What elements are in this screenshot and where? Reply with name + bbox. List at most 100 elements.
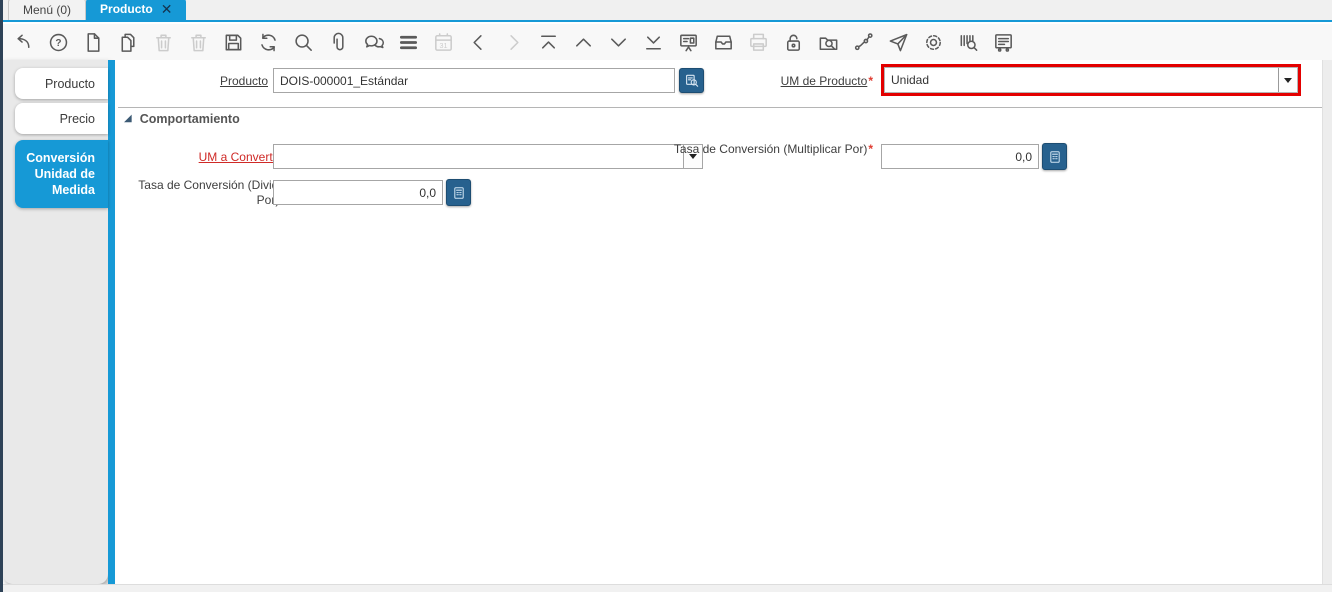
product-info-icon: [960, 34, 978, 51]
toolbar-delete-record-button: [151, 28, 176, 56]
producto-label: Producto: [118, 74, 268, 89]
sidebar-tab-conversion-unidad-de-medida[interactable]: Conversión Unidad de Medida: [15, 140, 108, 208]
sidebar-tab-label: Precio: [59, 111, 95, 126]
toolbar-product-info-button[interactable]: [956, 28, 981, 56]
print-icon: [750, 33, 767, 51]
archive-icon: [715, 35, 732, 49]
toolbar-save-button[interactable]: [221, 28, 246, 56]
toolbar-grid-toggle-button[interactable]: [396, 28, 421, 56]
tab-producto[interactable]: Producto ✕: [86, 0, 187, 20]
section-comportamiento[interactable]: ◢ Comportamiento: [124, 112, 240, 126]
toolbar-lock-button[interactable]: [781, 28, 806, 56]
um-de-producto-combobox[interactable]: [884, 67, 1298, 93]
previous-record-icon: [473, 34, 482, 50]
toolbar-undo-button[interactable]: [11, 28, 36, 56]
delete-selection-icon: [191, 34, 206, 51]
svg-text:?: ?: [55, 37, 61, 48]
sidebar-panel: [3, 60, 108, 584]
new-record-icon: [87, 32, 100, 52]
sidebar-tab-producto[interactable]: Producto: [15, 68, 108, 99]
share-icon: [889, 33, 908, 51]
help-icon: ?: [49, 33, 68, 51]
attachment-icon: [333, 32, 344, 50]
tasa-dividir-text: Tasa de Conversión (Dividir Por): [138, 178, 285, 207]
um-de-producto-dropdown-button[interactable]: [1278, 68, 1297, 92]
delete-record-icon: [156, 34, 171, 51]
window-tabbar: Menú (0) Producto ✕: [3, 0, 1332, 22]
main-toolbar: ? 31: [3, 24, 1332, 60]
product-window: Menú (0) Producto ✕ ? 31 Producto Precio …: [0, 0, 1332, 592]
toolbar-next-record-button: [501, 28, 526, 56]
tasa-dividir-field[interactable]: [273, 180, 443, 205]
um-a-convertir-label: UM a Convertir*: [123, 150, 285, 165]
tasa-multiplicar-field[interactable]: [881, 144, 1039, 169]
tasa-multiplicar-label: Tasa de Conversión (Multiplicar Por)*: [643, 142, 873, 157]
toolbar-help-button[interactable]: ?: [46, 28, 71, 56]
toolbar-first-record-button[interactable]: [536, 28, 561, 56]
tasa-dividir-calculator-button[interactable]: [446, 179, 471, 206]
parent-record-icon: [576, 37, 591, 47]
preference-icon: [926, 34, 941, 50]
report-icon: [680, 34, 697, 51]
toolbar-post-it-button[interactable]: [991, 28, 1016, 56]
toolbar-print-button: [746, 28, 771, 56]
sidebar-tab-precio[interactable]: Precio: [15, 103, 108, 134]
toolbar-delete-selection-button: [186, 28, 211, 56]
toolbar-share-button[interactable]: [886, 28, 911, 56]
window-bottom-edge: [3, 584, 1332, 592]
toolbar-calendar-button: 31: [431, 28, 456, 56]
producto-field[interactable]: [273, 68, 675, 93]
um-a-convertir-input[interactable]: [274, 145, 683, 168]
calculator-icon: [1049, 150, 1060, 163]
producto-zoom-link[interactable]: Producto: [220, 74, 268, 88]
toolbar-find-button[interactable]: [291, 28, 316, 56]
save-icon: [225, 34, 242, 50]
workflow-icon: [854, 32, 873, 50]
vertical-scrollbar[interactable]: [1322, 60, 1332, 584]
toolbar-archive-button[interactable]: [711, 28, 736, 56]
zoom-across-icon: [819, 36, 838, 50]
toolbar-copy-record-button[interactable]: [116, 28, 141, 56]
detail-record-icon: [611, 37, 626, 47]
um-a-convertir-zoom-link[interactable]: UM a Convertir: [199, 150, 280, 164]
calendar-icon: 31: [435, 32, 452, 51]
refresh-icon: [261, 33, 276, 51]
close-icon[interactable]: ✕: [161, 2, 173, 16]
sidebar-accent-strip: [108, 60, 115, 584]
um-de-producto-zoom-link[interactable]: UM de Producto: [781, 74, 868, 88]
collapse-triangle-icon: ◢: [124, 113, 132, 124]
sidebar-tab-label: Conversión Unidad de Medida: [26, 150, 95, 198]
toolbar-previous-record-button[interactable]: [466, 28, 491, 56]
toolbar-detail-record-button[interactable]: [606, 28, 631, 56]
first-record-icon: [541, 35, 556, 49]
tasa-multiplicar-calculator-button[interactable]: [1042, 143, 1067, 170]
tasa-dividir-label: Tasa de Conversión (Dividir Por)*: [123, 178, 285, 208]
toolbar-attachment-button[interactable]: [326, 28, 351, 56]
chat-icon: [365, 35, 385, 48]
um-a-convertir-combobox[interactable]: [273, 144, 703, 169]
mandatory-marker: *: [868, 74, 873, 88]
calculator-icon: [453, 186, 464, 199]
toolbar-parent-record-button[interactable]: [571, 28, 596, 56]
post-it-icon: [995, 33, 1012, 52]
toolbar-chat-button[interactable]: [361, 28, 386, 56]
toolbar-workflow-button[interactable]: [851, 28, 876, 56]
toolbar-report-button[interactable]: [676, 28, 701, 56]
toolbar-zoom-across-button[interactable]: [816, 28, 841, 56]
toolbar-new-record-button[interactable]: [81, 28, 106, 56]
lock-icon: [786, 34, 801, 51]
um-de-producto-input[interactable]: [885, 68, 1278, 92]
chevron-down-icon: [1284, 77, 1292, 83]
tab-menu[interactable]: Menú (0): [8, 0, 87, 20]
toolbar-refresh-button[interactable]: [256, 28, 281, 56]
section-title: Comportamiento: [139, 112, 240, 126]
tab-producto-label: Producto: [100, 2, 153, 16]
um-de-producto-highlight: [881, 64, 1301, 96]
next-record-icon: [510, 34, 519, 50]
grid-toggle-icon: [399, 35, 418, 49]
copy-record-icon: [121, 33, 135, 52]
um-de-producto-label: UM de Producto*: [643, 74, 873, 89]
toolbar-preference-button[interactable]: [921, 28, 946, 56]
svg-text:31: 31: [440, 41, 448, 49]
toolbar-last-record-button[interactable]: [641, 28, 666, 56]
